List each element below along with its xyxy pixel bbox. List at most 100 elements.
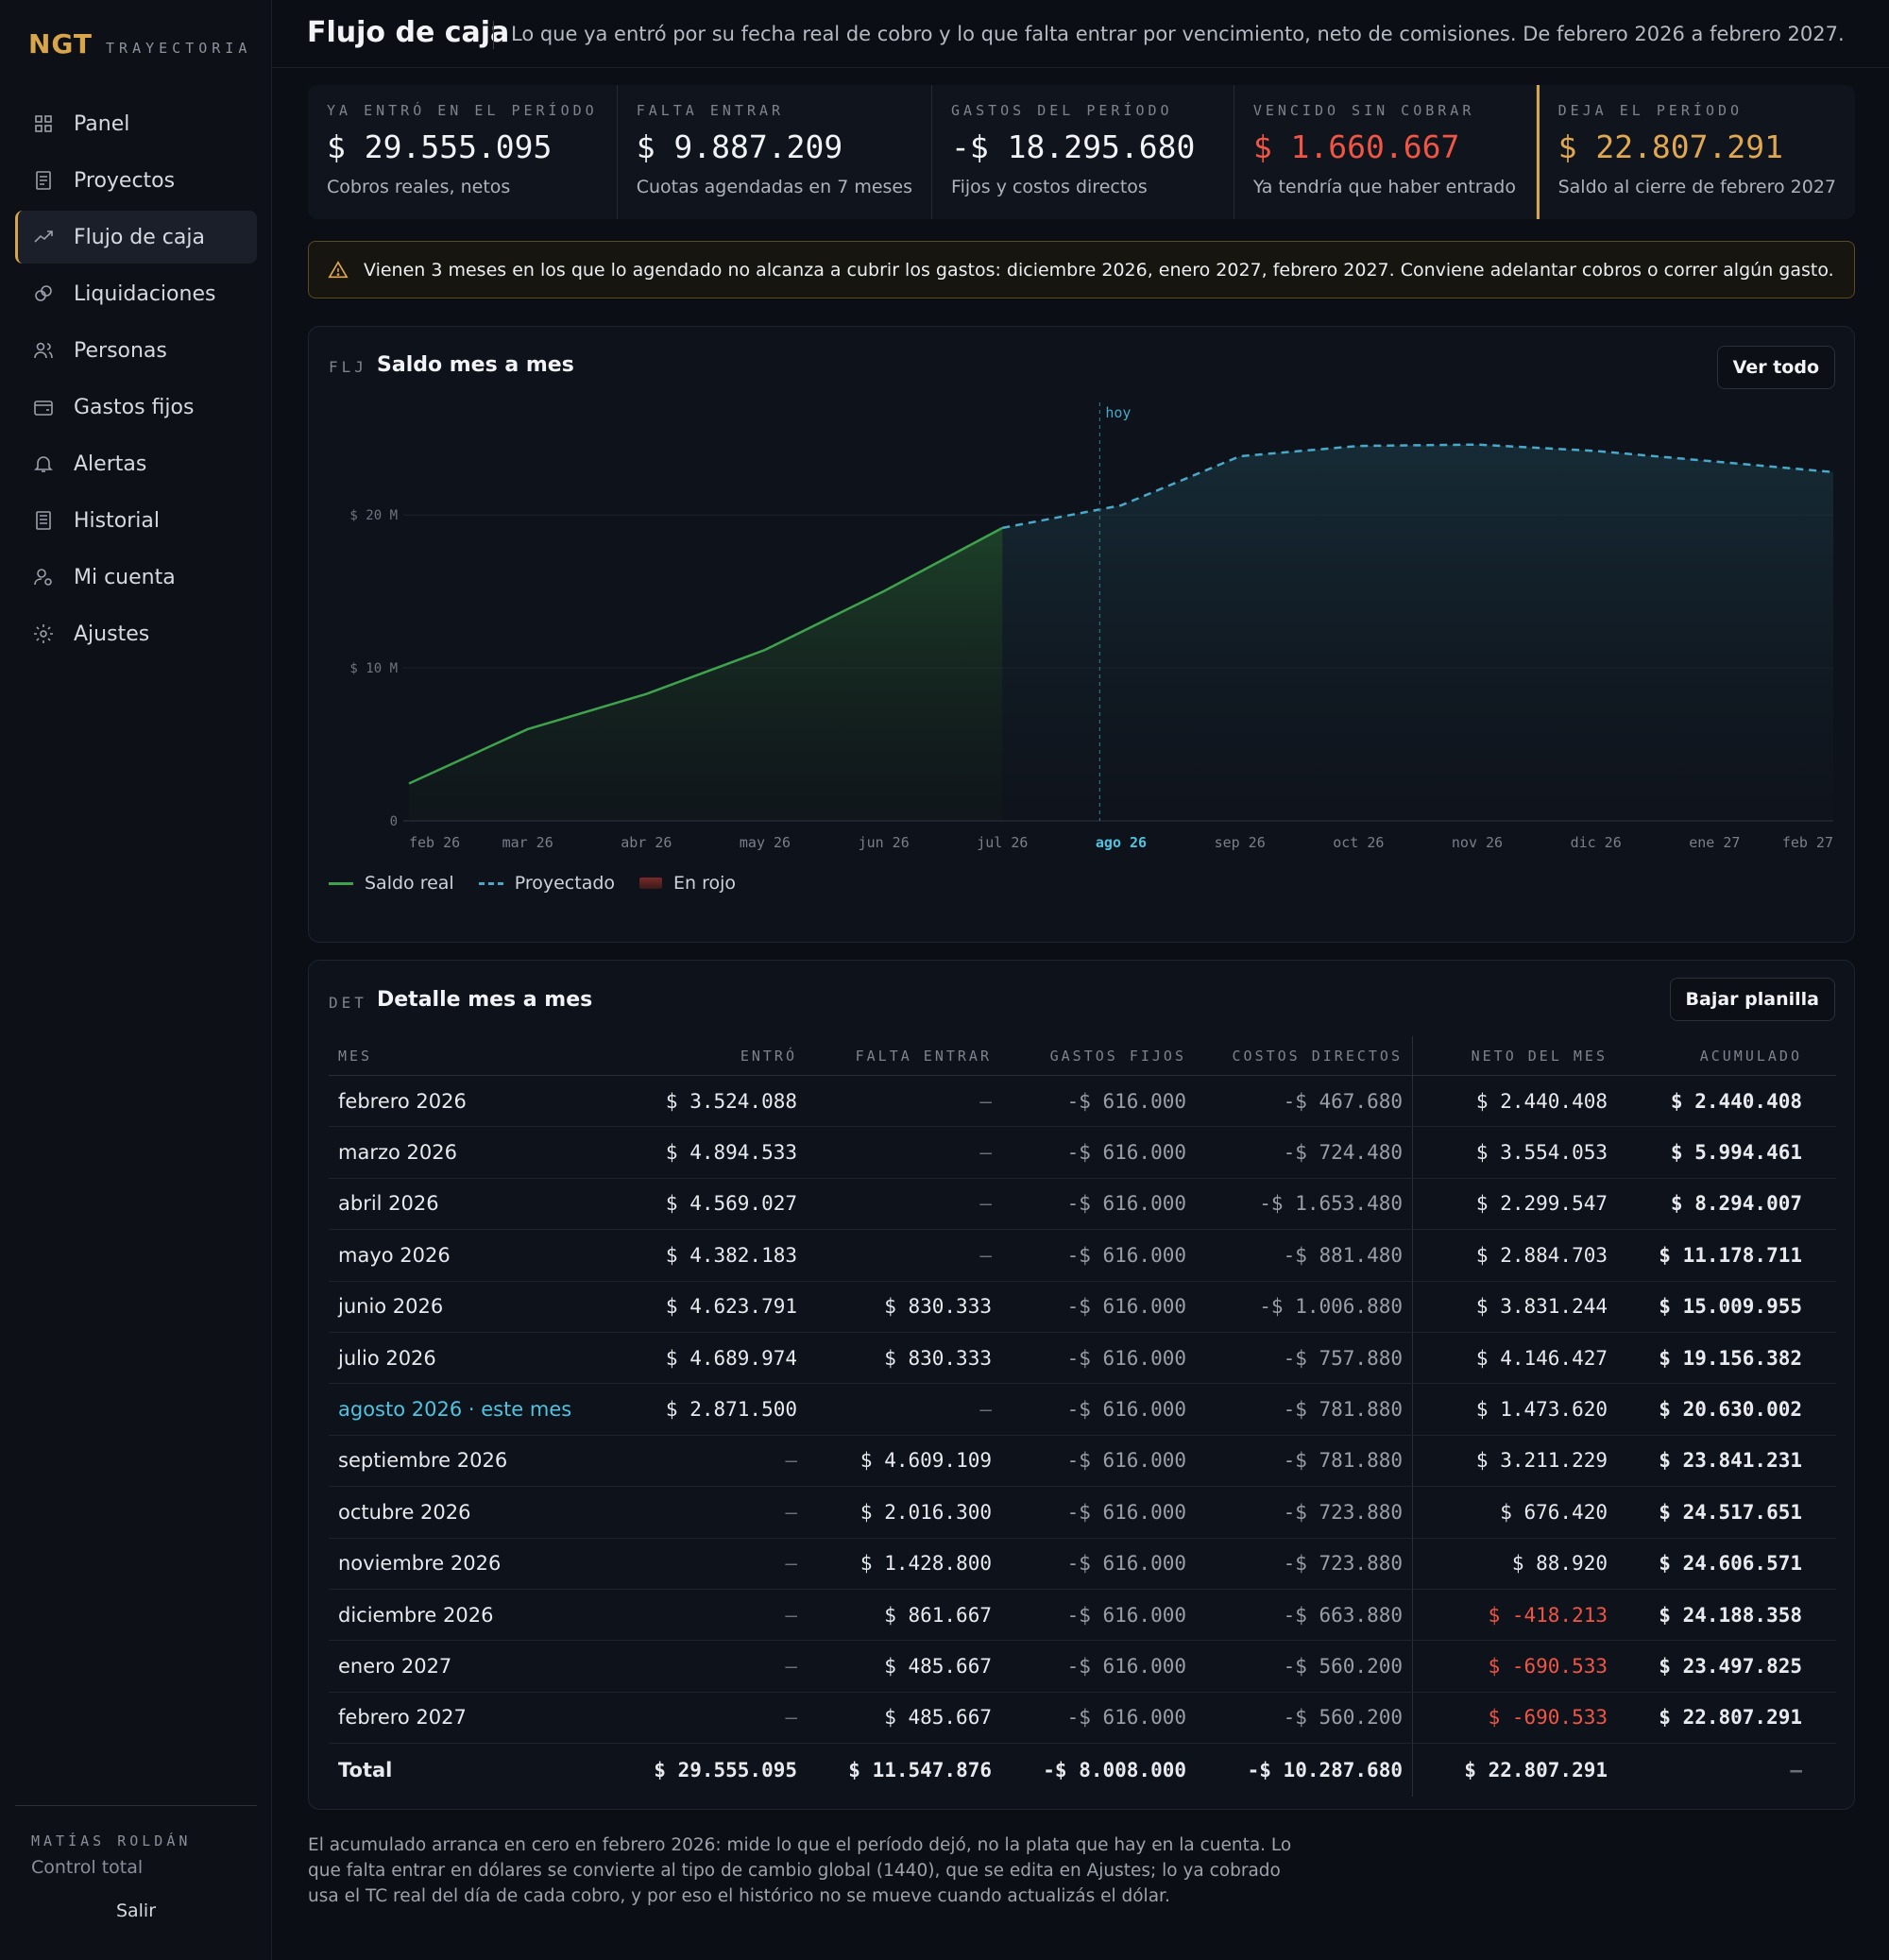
- cell-neto: $ 2.299.547: [1475, 1192, 1608, 1216]
- table-row: marzo 2026 $ 4.894.533 — -$ 616.000 -$ 724.4…: [329, 1127, 1836, 1179]
- kpi-subtitle: Saldo al cierre de febrero 2027: [1557, 177, 1837, 197]
- column-header[interactable]: GASTOS FIJOS: [1001, 1048, 1196, 1065]
- column-header[interactable]: ACUMULADO: [1617, 1048, 1812, 1065]
- cell-acum: $ 19.156.382: [1659, 1346, 1802, 1370]
- user-icon: [34, 569, 52, 586]
- cell-acum: $ 8.294.007: [1670, 1192, 1802, 1216]
- cell-fijos: -$ 616.000: [1066, 1706, 1186, 1730]
- kpi-subtitle: Ya tendría que haber entrado: [1252, 177, 1516, 197]
- kpi-strip: YA ENTRÓ EN EL PERÍODO $ 29.555.095 Cobros…: [308, 85, 1855, 219]
- brand[interactable]: NGT TRAYECTORIA: [28, 28, 251, 60]
- column-header[interactable]: COSTOS DIRECTOS: [1196, 1036, 1413, 1075]
- warning-icon: [328, 260, 349, 278]
- cell-neto: $ 88.920: [1511, 1552, 1608, 1576]
- sidebar-item-panel[interactable]: Panel: [15, 97, 257, 150]
- cell-acum: $ 23.841.231: [1659, 1449, 1802, 1473]
- sidebar-item-label: Ajustes: [74, 622, 150, 646]
- table-row: octubre 2026 — $ 2.016.300 -$ 616.000 -$ 723…: [329, 1487, 1836, 1539]
- cell-fijos: -$ 616.000: [1066, 1141, 1186, 1165]
- cell-acum: $ 11.178.711: [1659, 1243, 1802, 1267]
- sidebar-item-label: Personas: [74, 338, 167, 363]
- table-row: mayo 2026 $ 4.382.183 — -$ 616.000 -$ 881.48…: [329, 1230, 1836, 1282]
- cell-neto: $ 22.807.291: [1464, 1759, 1608, 1782]
- x-tick-label: oct 26: [1333, 834, 1384, 851]
- x-tick-label: feb 26: [409, 834, 460, 851]
- cell-mes: febrero 2026: [338, 1089, 467, 1113]
- kpi-label: VENCIDO SIN COBRAR: [1252, 102, 1475, 119]
- cell-fijos: -$ 616.000: [1066, 1654, 1186, 1678]
- sidebar-item-gastos-fijos[interactable]: Gastos fijos: [15, 381, 257, 434]
- kpi-label: GASTOS DEL PERÍODO: [951, 102, 1173, 119]
- sidebar-item-proyectos[interactable]: Proyectos: [15, 154, 257, 207]
- x-tick-label: feb 27: [1782, 834, 1833, 851]
- cell-dir: -$ 881.480: [1196, 1230, 1413, 1281]
- cell-entro: $ 4.623.791: [665, 1295, 797, 1319]
- table-total-row: Total $ 29.555.095 $ 11.547.876 -$ 8.008.00…: [329, 1744, 1836, 1798]
- today-label: hoy: [1105, 404, 1131, 421]
- column-header[interactable]: MES: [329, 1048, 612, 1065]
- x-tick-label: nov 26: [1452, 834, 1503, 851]
- cell-falta: $ 830.333: [884, 1346, 992, 1370]
- download-sheet-button[interactable]: Bajar planilla: [1669, 978, 1835, 1021]
- cell-falta: —: [979, 1089, 992, 1113]
- column-header[interactable]: NETO DEL MES: [1413, 1048, 1617, 1065]
- cell-fijos: -$ 616.000: [1066, 1552, 1186, 1576]
- sidebar-nav: Panel Proyectos Flujo de caja Liquidaciones…: [15, 97, 257, 664]
- cell-fijos: -$ 616.000: [1066, 1346, 1186, 1370]
- cell-entro: $ 4.382.183: [665, 1243, 797, 1267]
- sidebar-item-liquidaciones[interactable]: Liquidaciones: [15, 267, 257, 320]
- column-header[interactable]: ENTRÓ: [612, 1048, 807, 1065]
- cell-dir: -$ 1.653.480: [1196, 1178, 1413, 1230]
- cell-entro: —: [785, 1654, 797, 1678]
- cell-falta: $ 1.428.800: [859, 1552, 992, 1576]
- cell-fijos: -$ 616.000: [1066, 1398, 1186, 1422]
- cell-dir: -$ 781.880: [1196, 1384, 1413, 1435]
- cell-dir: -$ 781.880: [1196, 1435, 1413, 1487]
- sidebar-item-ajustes[interactable]: Ajustes: [15, 607, 257, 660]
- x-tick-label: dic 26: [1571, 834, 1622, 851]
- cell-dir: -$ 560.200: [1196, 1641, 1413, 1692]
- table-row: febrero 2027 — $ 485.667 -$ 616.000 -$ 560.2…: [329, 1692, 1836, 1745]
- sidebar-item-label: Liquidaciones: [74, 281, 216, 306]
- sidebar-item-historial[interactable]: Historial: [15, 494, 257, 547]
- kpi-card: FALTA ENTRAR $ 9.887.209 Cuotas agendadas …: [618, 85, 933, 219]
- user-name: MATÍAS ROLDÁN: [31, 1832, 192, 1849]
- table-card: DET Detalle mes a mes Bajar planilla MES…: [308, 960, 1855, 1810]
- cell-acum: —: [1790, 1759, 1802, 1782]
- cell-fijos: -$ 616.000: [1066, 1295, 1186, 1319]
- cell-falta: $ 2.016.300: [859, 1500, 992, 1524]
- cell-fijos: -$ 616.000: [1066, 1500, 1186, 1524]
- balance-chart: 0 $ 10 M $ 20 M hoy feb 26 mar 26 abr 26 may 26…: [349, 402, 1834, 851]
- kpi-value: $ 1.660.667: [1252, 128, 1460, 165]
- sidebar-item-mi-cuenta[interactable]: Mi cuenta: [15, 551, 257, 604]
- history-icon: [36, 511, 51, 530]
- cell-mes: mayo 2026: [338, 1243, 451, 1267]
- cell-falta: $ 485.667: [884, 1654, 992, 1678]
- cell-acum: $ 23.497.825: [1659, 1654, 1802, 1678]
- sidebar-item-label: Historial: [74, 508, 160, 533]
- logout-button[interactable]: Salir: [0, 1900, 272, 1921]
- sidebar-item-label: Proyectos: [74, 168, 176, 193]
- monthly-detail-table: MES ENTRÓ FALTA ENTRAR GASTOS FIJOS COSTOS D…: [329, 1036, 1836, 1798]
- page-title: Flujo de caja: [307, 16, 510, 49]
- column-header[interactable]: FALTA ENTRAR: [807, 1048, 1001, 1065]
- cell-entro: $ 4.894.533: [665, 1141, 797, 1165]
- sidebar-item-personas[interactable]: Personas: [15, 324, 257, 377]
- sidebar-divider: [15, 1805, 257, 1806]
- kpi-subtitle: Fijos y costos directos: [951, 177, 1148, 197]
- x-tick-label: ago 26: [1096, 834, 1147, 851]
- table-row: junio 2026 $ 4.623.791 $ 830.333 -$ 616.000…: [329, 1281, 1836, 1333]
- y-tick-label: $ 10 M: [349, 661, 398, 676]
- chart-card: FLJ Saldo mes a mes Ver todo 0 $ 10 M $ 20…: [308, 326, 1855, 943]
- cell-neto: $ 2.440.408: [1475, 1089, 1608, 1113]
- cell-dir: -$ 663.880: [1196, 1589, 1413, 1641]
- cell-neto: $ -418.213: [1488, 1603, 1608, 1627]
- cell-mes: marzo 2026: [338, 1141, 457, 1165]
- cell-mes: noviembre 2026: [338, 1552, 502, 1576]
- x-tick-label: sep 26: [1215, 834, 1266, 851]
- sidebar-item-flujo-de-caja[interactable]: Flujo de caja: [15, 211, 257, 264]
- legend-item-projected: Proyectado: [478, 873, 615, 894]
- cell-entro: $ 3.524.088: [665, 1089, 797, 1113]
- kpi-label: FALTA ENTRAR: [636, 102, 785, 119]
- sidebar-item-alertas[interactable]: Alertas: [15, 437, 257, 490]
